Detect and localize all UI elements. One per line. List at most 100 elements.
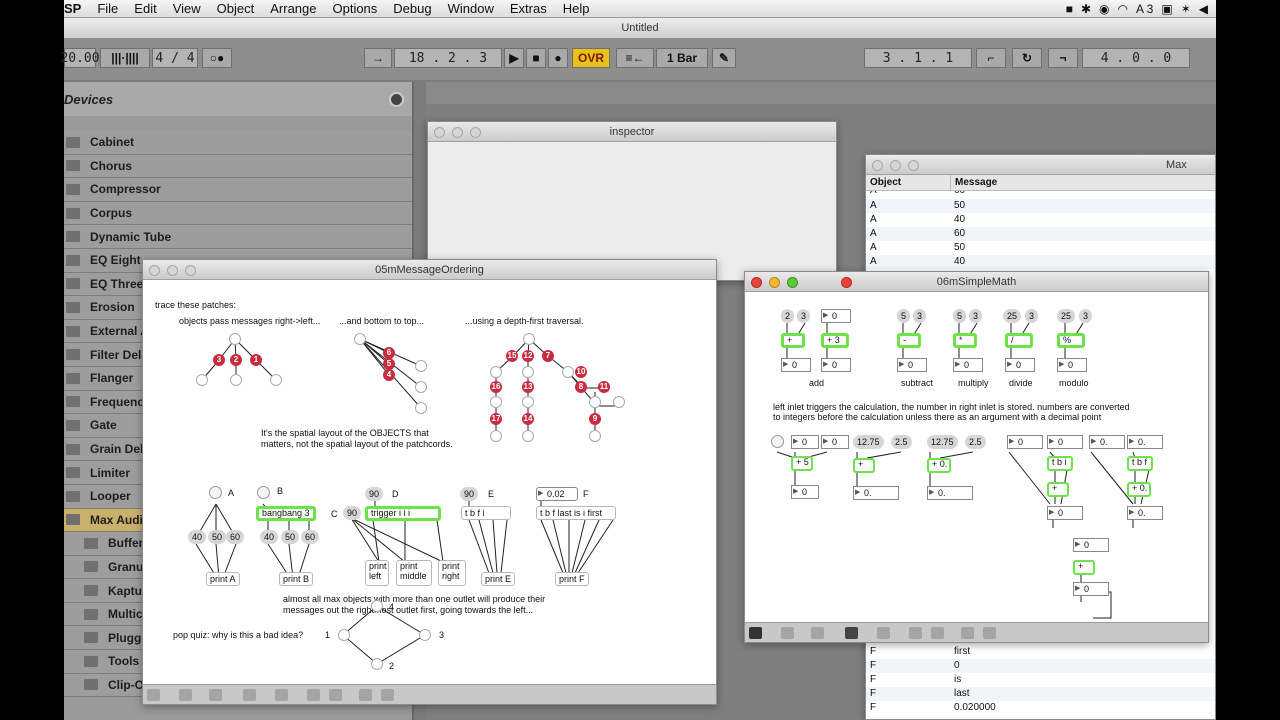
wifi-icon[interactable]: ◠	[1118, 2, 1128, 16]
print-object[interactable]: print middle	[396, 560, 432, 586]
stop-button[interactable]: ■	[526, 48, 546, 68]
print-object[interactable]: print A	[206, 572, 240, 586]
message-box[interactable]: 50	[208, 530, 227, 544]
window-icon[interactable]	[329, 689, 342, 701]
message-box[interactable]: 5	[953, 309, 967, 323]
message-box[interactable]: 3	[969, 309, 983, 323]
message-box[interactable]: 90	[460, 487, 479, 501]
message-box[interactable]: 40	[260, 530, 279, 544]
number-box[interactable]: 0	[821, 358, 851, 372]
float-box[interactable]: 0.02	[536, 487, 578, 501]
menu-window[interactable]: Window	[440, 1, 502, 16]
add-object-icon[interactable]	[179, 689, 192, 701]
print-object[interactable]: print B	[279, 572, 314, 586]
presentation-icon[interactable]	[845, 627, 858, 639]
number-box[interactable]: 0	[791, 485, 819, 499]
menu-edit[interactable]: Edit	[126, 1, 164, 16]
move-icon[interactable]	[209, 689, 222, 701]
number-box[interactable]: 0	[821, 309, 851, 323]
menu-arrange[interactable]: Arrange	[262, 1, 324, 16]
zoom-button[interactable]	[908, 160, 919, 171]
message-box[interactable]: 3	[1079, 309, 1093, 323]
patch-canvas[interactable]: 2 3 0 5 3 5 3 25 3 25 3 + + 3 - * / % 0 …	[745, 292, 1208, 622]
grid-icon[interactable]	[359, 689, 372, 701]
number-box[interactable]: 0	[953, 358, 983, 372]
message-box[interactable]: 25	[1003, 309, 1022, 323]
minimize-button[interactable]	[452, 127, 463, 138]
trigger-object[interactable]: t b f i	[461, 506, 511, 520]
grid-icon[interactable]	[961, 627, 974, 639]
adobe-icon[interactable]: A 3	[1136, 2, 1153, 16]
number-box[interactable]: 0	[1047, 435, 1083, 449]
float-box[interactable]: 0.	[927, 486, 973, 500]
math-object[interactable]: -	[897, 333, 921, 348]
menu-extras[interactable]: Extras	[502, 1, 555, 16]
volume-icon[interactable]: ◀	[1199, 2, 1208, 16]
number-box[interactable]: 0	[821, 435, 849, 449]
sync-icon[interactable]: ◉	[1099, 2, 1109, 16]
message-box[interactable]: 25	[1057, 309, 1076, 323]
punch-out-button[interactable]: ¬	[1048, 48, 1078, 68]
browser-item[interactable]: Chorus	[64, 154, 412, 179]
zoom-button[interactable]	[470, 127, 481, 138]
metronome-button[interactable]: ○●	[202, 48, 232, 68]
float-box[interactable]: 0.	[1127, 506, 1163, 520]
console-row[interactable]: F 0.020000	[866, 701, 1215, 715]
punch-in-button[interactable]: ⌐	[976, 48, 1006, 68]
math-object[interactable]: +	[1073, 560, 1095, 575]
menu-help[interactable]: Help	[555, 1, 598, 16]
console-row[interactable]: Fis	[866, 673, 1215, 687]
overdub-button[interactable]: OVR	[572, 48, 610, 68]
patch-canvas[interactable]: trace these patches: objects pass messag…	[143, 280, 716, 684]
float-box[interactable]: 0.	[1089, 435, 1125, 449]
inspector-titlebar[interactable]: inspector	[428, 122, 836, 142]
message-box[interactable]: 12.75	[853, 435, 884, 449]
number-box[interactable]: 0	[791, 435, 819, 449]
console-row[interactable]: A60	[866, 191, 1215, 199]
snap-icon[interactable]	[983, 627, 996, 639]
minimize-button[interactable]	[167, 265, 178, 276]
subpatch-icon[interactable]	[307, 689, 320, 701]
console-row[interactable]: Ffirst	[866, 645, 1215, 659]
math-object[interactable]: + 0.	[927, 458, 951, 473]
snap-icon[interactable]	[381, 689, 394, 701]
message-box[interactable]: 5	[897, 309, 911, 323]
gear-icon[interactable]: ✱	[1081, 2, 1091, 16]
follow-button[interactable]: →	[364, 48, 392, 68]
bluetooth-icon[interactable]: ✶	[1181, 2, 1191, 16]
presentation-icon[interactable]	[243, 689, 256, 701]
zoom-button[interactable]	[185, 265, 196, 276]
browser-item[interactable]: Cabinet	[64, 131, 412, 155]
message-box[interactable]: 3	[1025, 309, 1039, 323]
menu-debug[interactable]: Debug	[385, 1, 439, 16]
zoom-button[interactable]	[787, 277, 798, 288]
math-object[interactable]: +	[1047, 482, 1069, 497]
search-icon[interactable]	[389, 92, 404, 107]
message-box[interactable]: 40	[188, 530, 207, 544]
bang-button[interactable]	[771, 435, 784, 448]
browser-item[interactable]: Corpus	[64, 201, 412, 226]
number-box[interactable]: 0	[1047, 506, 1083, 520]
menu-options[interactable]: Options	[324, 1, 385, 16]
time-signature[interactable]: 4 / 4	[152, 48, 198, 68]
print-object[interactable]: print F	[555, 572, 589, 586]
add-object-icon[interactable]	[781, 627, 794, 639]
bangbang-object[interactable]: bangbang 3	[256, 506, 316, 521]
bang-button[interactable]	[257, 486, 270, 499]
column-message[interactable]: Message	[950, 175, 997, 191]
math-object[interactable]: + 3	[821, 333, 849, 348]
info-icon[interactable]	[877, 627, 890, 639]
column-object[interactable]: Object	[870, 177, 901, 188]
console-row[interactable]: F0	[866, 659, 1215, 673]
browser-item[interactable]: Compressor	[64, 178, 412, 202]
number-box[interactable]: 0	[1057, 358, 1087, 372]
console-row[interactable]: A60	[866, 227, 1215, 241]
trigger-object[interactable]: t b f last is i first	[536, 506, 616, 520]
message-box[interactable]: 2.5	[965, 435, 986, 449]
play-button[interactable]: ▶	[504, 48, 524, 68]
patcher-titlebar[interactable]: 05mMessageOrdering	[143, 260, 716, 280]
print-object[interactable]: print left	[365, 560, 389, 586]
number-box[interactable]: 0	[1073, 582, 1109, 596]
math-object[interactable]: %	[1057, 333, 1085, 348]
float-box[interactable]: 0.	[853, 486, 899, 500]
